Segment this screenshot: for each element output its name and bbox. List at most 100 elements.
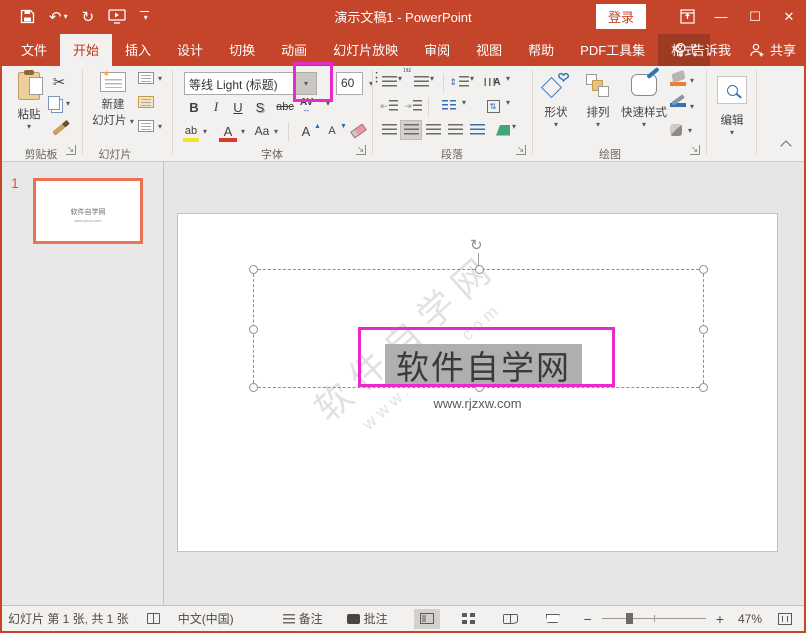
zoom-slider[interactable] [601,613,706,624]
resize-handle-top-left[interactable] [249,265,258,274]
font-dialog-launcher[interactable]: ↘ [356,145,366,155]
font-color-button[interactable]: A ▾ [218,121,245,142]
justify-button[interactable] [444,120,466,140]
resize-handle-bottom-right[interactable] [699,383,708,392]
clear-formatting-button[interactable] [348,123,368,139]
share-button[interactable]: 共享 [749,40,796,59]
increase-font-button[interactable]: A ▲ [296,121,321,141]
zoom-out-button[interactable]: − [584,611,592,627]
close-button[interactable]: ✕ [772,0,806,33]
italic-button[interactable]: I [206,97,226,117]
font-name-input[interactable]: 等线 Light (标题) [184,72,296,95]
columns-dropdown[interactable]: ▾ [462,98,466,107]
editing-button[interactable]: 编辑 ▾ [712,76,752,137]
numbering-button[interactable] [410,72,432,92]
bullets-dropdown[interactable]: ▾ [398,74,402,83]
fit-to-window-button[interactable] [772,609,798,629]
resize-handle-bottom-left[interactable] [249,383,258,392]
reading-view-button[interactable] [498,609,524,629]
undo-button[interactable]: ↶ ▾ [49,8,68,26]
shape-outline-button[interactable] [670,94,686,107]
columns-button[interactable] [438,96,460,116]
new-slide-button[interactable]: 新建 幻灯片 ▾ [88,69,138,128]
resize-handle-mid-right[interactable] [699,325,708,334]
maximize-button[interactable]: ☐ [738,0,772,33]
resize-handle-mid-left[interactable] [249,325,258,334]
text-direction-dropdown[interactable]: ▾ [506,74,510,83]
paragraph-dialog-launcher[interactable]: ↘ [516,145,526,155]
align-text-dropdown[interactable]: ▾ [506,98,510,107]
align-center-button[interactable] [400,120,422,140]
line-spacing-dropdown[interactable]: ▾ [470,74,474,83]
tab-help[interactable]: 帮助 [515,34,567,66]
slideshow-view-button[interactable] [540,609,566,629]
resize-handle-top-right[interactable] [699,265,708,274]
tell-me-button[interactable]: 告诉我 [674,40,731,59]
slide[interactable]: 软件自学网 www.rjzxw.com ↻ 软件自学网 [177,213,778,552]
customize-qat-button[interactable]: ▾ [140,10,150,22]
tab-home[interactable]: 开始 [60,34,113,66]
tab-slideshow[interactable]: 幻灯片放映 [320,34,411,66]
redo-button[interactable]: ↻ [82,8,95,26]
shape-fill-dropdown[interactable]: ▾ [690,76,694,85]
tab-design[interactable]: 设计 [164,34,216,66]
slide-thumbnail-panel[interactable]: 1 软件自学网 www.rjzxw.com [0,162,164,605]
arrange-button[interactable]: 排列 ▾ [578,74,618,129]
start-slideshow-button[interactable] [108,9,126,24]
tab-file[interactable]: 文件 [8,34,60,66]
text-highlight-button[interactable]: ab ▾ [182,121,207,142]
quick-styles-button[interactable]: 快速样式 ▾ [618,74,670,129]
minimize-button[interactable]: — [704,0,738,33]
numbering-dropdown[interactable]: ▾ [430,74,434,83]
text-shadow-button[interactable]: S [250,97,270,117]
language-indicator[interactable]: 中文(中国) [178,610,234,627]
notes-button[interactable]: 备注 [282,610,323,627]
font-size-input[interactable]: 60 [336,72,363,95]
paste-dropdown-icon[interactable]: ▾ [27,122,31,131]
tab-review[interactable]: 审阅 [411,34,463,66]
tab-pdf-tools[interactable]: PDF工具集 [567,34,658,66]
decrease-font-button[interactable]: A ▼ [322,121,347,141]
tab-transitions[interactable]: 切换 [216,34,268,66]
shape-effects-button[interactable]: ▾ [670,124,692,136]
align-right-button[interactable] [422,120,444,140]
align-left-button[interactable] [378,120,400,140]
spellcheck-icon[interactable] [146,613,160,624]
drawing-dialog-launcher[interactable]: ↘ [690,145,700,155]
collapse-ribbon-button[interactable] [780,140,792,152]
increase-indent-button[interactable]: ⇥ [402,96,424,116]
change-case-button[interactable]: Aa ▾ [252,121,278,141]
distribute-button[interactable] [466,120,488,140]
line-spacing-button[interactable]: ⇕ [448,72,470,92]
slide-subtitle-text[interactable]: www.rjzxw.com [178,396,777,411]
rotate-handle-icon[interactable]: ↻ [470,236,483,254]
bullets-button[interactable] [376,72,400,92]
bold-button[interactable]: B [184,97,204,117]
zoom-level[interactable]: 47% [734,612,762,626]
clipboard-dialog-launcher[interactable]: ↘ [66,145,76,155]
underline-button[interactable]: U [228,97,248,117]
text-direction-button[interactable]: A [482,72,504,92]
align-text-button[interactable]: ⇅ [482,96,504,116]
login-button[interactable]: 登录 [595,4,646,29]
shape-fill-button[interactable] [670,69,686,86]
decrease-indent-button[interactable]: ⇤ [378,96,400,116]
smartart-dropdown[interactable]: ▾ [512,122,516,131]
tab-insert[interactable]: 插入 [112,34,164,66]
copy-button[interactable]: ▾ [48,96,70,110]
cut-button[interactable]: ✂ [48,72,70,92]
zoom-in-button[interactable]: + [716,611,724,627]
format-painter-button[interactable] [48,120,70,138]
zoom-slider-thumb[interactable] [625,613,633,624]
normal-view-button[interactable] [413,608,440,629]
reset-slide-button[interactable] [138,96,154,108]
layout-button[interactable]: ▾ [138,72,162,84]
smartart-convert-button[interactable] [492,120,514,140]
save-icon[interactable] [20,9,35,24]
resize-handle-top-center[interactable] [475,265,484,274]
comments-button[interactable]: 批注 [346,610,388,627]
slide-sorter-view-button[interactable] [456,609,482,629]
paste-button[interactable]: 粘贴 ▾ [8,70,50,131]
shape-outline-dropdown[interactable]: ▾ [690,102,694,111]
tab-view[interactable]: 视图 [463,34,515,66]
